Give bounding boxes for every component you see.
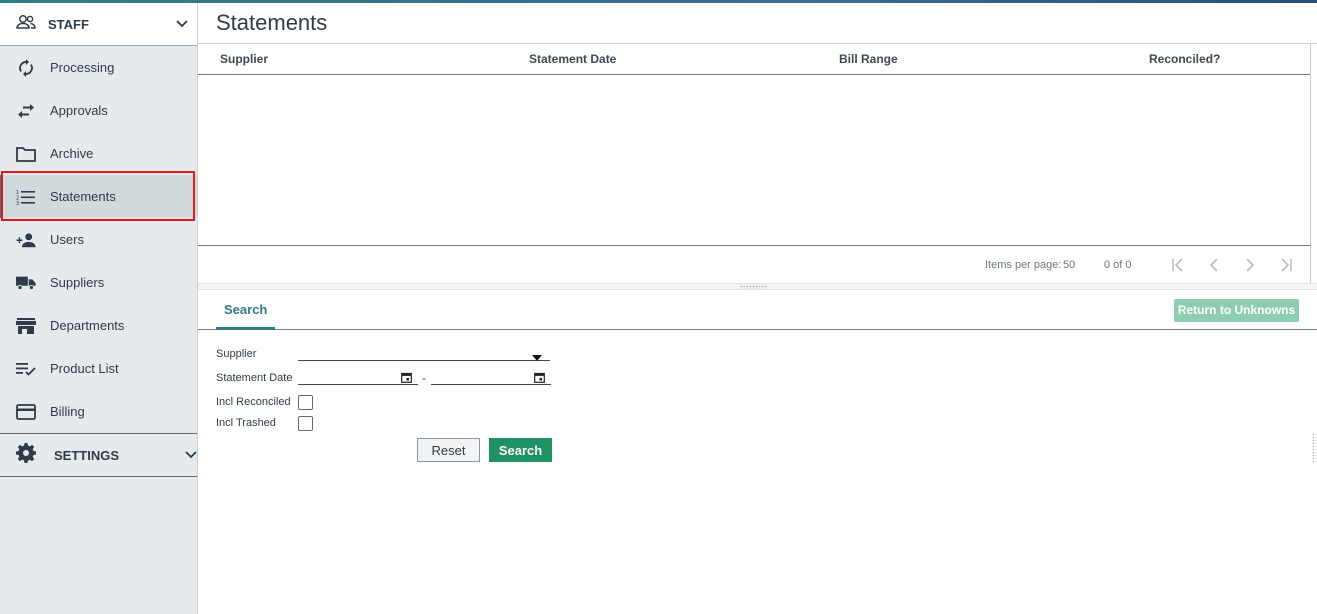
sidebar-item-label: Suppliers — [50, 275, 105, 290]
reset-button[interactable]: Reset — [417, 438, 480, 462]
sidebar-group-settings[interactable]: SETTINGS — [0, 433, 197, 477]
store-icon — [16, 316, 36, 336]
checklist-icon — [16, 359, 36, 379]
svg-text:3: 3 — [16, 201, 19, 205]
first-page-icon[interactable] — [1160, 257, 1196, 272]
swap-arrows-icon — [16, 101, 36, 121]
main-panel: Statements Supplier Statement Date Bill … — [198, 3, 1317, 614]
sidebar-item-label: Product List — [50, 361, 119, 376]
credit-card-icon — [16, 402, 36, 422]
sidebar-item-users[interactable]: Users — [0, 218, 197, 261]
supplier-select[interactable] — [298, 341, 550, 361]
sidebar-item-product-list[interactable]: Product List — [0, 347, 197, 390]
sidebar-item-archive[interactable]: Archive — [0, 132, 197, 175]
return-to-unknowns-button[interactable]: Return to Unknowns — [1174, 299, 1299, 322]
grid-pager: Items per page: 50 0 of 0 — [198, 245, 1311, 283]
column-header-supplier[interactable]: Supplier — [220, 52, 268, 66]
supplier-label: Supplier — [216, 348, 257, 360]
sidebar-item-label: Billing — [50, 404, 85, 419]
people-icon — [16, 14, 36, 35]
tab-search[interactable]: Search — [216, 291, 276, 330]
last-page-icon[interactable] — [1268, 257, 1304, 272]
sidebar-item-processing[interactable]: Processing — [0, 46, 197, 89]
statements-grid: Supplier Statement Date Bill Range Recon… — [198, 44, 1311, 245]
search-button[interactable]: Search — [489, 438, 552, 462]
calendar-icon[interactable] — [401, 370, 412, 388]
statement-date-label: Statement Date — [216, 372, 293, 384]
splitter-grip[interactable] — [740, 285, 768, 289]
date-from-input[interactable] — [298, 365, 418, 385]
calendar-icon[interactable] — [534, 370, 545, 388]
sidebar-item-label: Approvals — [50, 103, 108, 118]
sidebar-item-label: Departments — [50, 318, 125, 333]
previous-page-icon[interactable] — [1196, 257, 1232, 272]
sidebar-item-label: Processing — [50, 60, 115, 75]
incl-reconciled-checkbox[interactable] — [298, 395, 313, 410]
column-header-statement-date[interactable]: Statement Date — [529, 52, 616, 66]
sidebar-item-label: Users — [50, 232, 84, 247]
panel-splitter[interactable] — [198, 283, 1317, 290]
pager-range: 0 of 0 — [1104, 258, 1132, 271]
folder-icon — [16, 144, 36, 164]
truck-icon — [16, 273, 36, 293]
items-per-page-label: Items per page: — [985, 258, 1062, 271]
sidebar-group-label: STAFF — [48, 16, 89, 32]
page-title: Statements — [198, 3, 1317, 44]
items-per-page-select[interactable]: 50 — [1063, 259, 1075, 271]
date-separator: - — [422, 371, 426, 385]
search-tabbar: Search Return to Unknowns — [198, 291, 1317, 330]
sidebar: STAFF Processing Approvals Archive 123 S… — [0, 3, 198, 614]
sidebar-item-statements[interactable]: 123 Statements — [0, 175, 197, 218]
grid-header: Supplier Statement Date Bill Range Recon… — [198, 44, 1310, 75]
incl-reconciled-label: Incl Reconciled — [216, 396, 291, 408]
next-page-icon[interactable] — [1232, 257, 1268, 272]
sync-icon — [16, 58, 36, 78]
sidebar-item-suppliers[interactable]: Suppliers — [0, 261, 197, 304]
sidebar-item-departments[interactable]: Departments — [0, 304, 197, 347]
caret-down-icon — [532, 348, 542, 366]
sidebar-item-billing[interactable]: Billing — [0, 390, 197, 433]
column-header-reconciled[interactable]: Reconciled? — [1149, 52, 1220, 66]
chevron-down-icon — [185, 446, 197, 464]
incl-trashed-checkbox[interactable] — [298, 416, 313, 431]
chevron-down-icon — [167, 20, 197, 28]
sidebar-item-label: Archive — [50, 146, 94, 161]
vertical-resize-grip[interactable] — [1312, 433, 1316, 463]
column-header-bill-range[interactable]: Bill Range — [839, 52, 898, 66]
incl-trashed-label: Incl Trashed — [216, 417, 276, 429]
add-user-icon — [16, 230, 36, 250]
sidebar-group-staff[interactable]: STAFF — [0, 3, 197, 46]
gear-icon — [16, 442, 36, 468]
sidebar-item-label: Statements — [50, 189, 116, 204]
numbered-list-icon: 123 — [16, 187, 36, 207]
sidebar-group-label: SETTINGS — [54, 447, 120, 463]
date-to-input[interactable] — [431, 365, 551, 385]
sidebar-item-approvals[interactable]: Approvals — [0, 89, 197, 132]
